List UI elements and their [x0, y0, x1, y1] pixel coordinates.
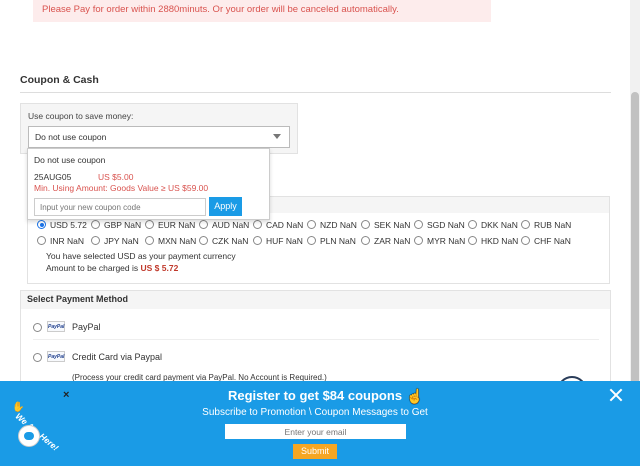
coupon-option-code[interactable]: 25AUG05 — [34, 172, 71, 182]
coupon-panel: Use coupon to save money: Do not use cou… — [20, 103, 298, 154]
coupon-min-amount: Min. Using Amount: Goods Value ≥ US $59.… — [34, 183, 209, 193]
radio-icon — [91, 236, 100, 245]
currency-note: You have selected USD as your payment cu… — [46, 251, 236, 261]
chat-close-icon[interactable]: × — [63, 389, 69, 401]
radio-icon — [253, 220, 262, 229]
payment-option-label: Credit Card via Paypal — [72, 352, 163, 362]
pointer-cursor-icon: ☝ — [406, 388, 424, 404]
currency-option[interactable]: CHF NaN — [521, 236, 571, 246]
coupon-dropdown: Do not use coupon 25AUG05 US $5.00 Min. … — [27, 148, 270, 220]
radio-icon — [253, 236, 262, 245]
currency-option[interactable]: USD 5.72 — [37, 220, 87, 230]
radio-icon — [145, 220, 154, 229]
banner-title: Register to get $84 coupons — [227, 388, 403, 403]
currency-option[interactable]: MYR NaN — [414, 236, 465, 246]
radio-selected-icon — [37, 220, 46, 229]
scrollbar-thumb[interactable] — [631, 92, 639, 392]
coupon-select[interactable]: Do not use coupon — [28, 126, 290, 148]
radio-icon — [521, 220, 530, 229]
radio-icon — [414, 236, 423, 245]
email-field[interactable] — [225, 424, 406, 439]
radio-icon — [307, 220, 316, 229]
currency-option[interactable]: EUR NaN — [145, 220, 195, 230]
currency-option[interactable]: HKD NaN — [468, 236, 518, 246]
radio-icon — [468, 236, 477, 245]
chat-bubble-icon[interactable] — [18, 425, 40, 447]
payment-method-header: Select Payment Method — [21, 291, 610, 309]
radio-icon — [199, 220, 208, 229]
coupon-section-title: Coupon & Cash — [20, 74, 99, 86]
payment-method-panel: Select Payment Method PayPal PayPal PayP… — [20, 290, 611, 390]
radio-icon — [33, 323, 42, 332]
chat-widget[interactable]: × ✋ We Are Here! — [6, 389, 76, 461]
submit-button[interactable]: Submit — [293, 444, 337, 459]
coupon-select-value: Do not use coupon — [35, 132, 107, 142]
payment-deadline-alert: Please Pay for order within 2880minuts. … — [33, 0, 491, 22]
payment-option-label: PayPal — [72, 322, 101, 332]
banner-subtitle: Subscribe to Promotion \ Coupon Messages… — [202, 407, 428, 418]
radio-icon — [199, 236, 208, 245]
currency-option[interactable]: CAD NaN — [253, 220, 303, 230]
currency-option[interactable]: GBP NaN — [91, 220, 141, 230]
apply-coupon-button[interactable]: Apply — [209, 197, 242, 216]
radio-icon — [307, 236, 316, 245]
currency-option[interactable]: AUD NaN — [199, 220, 249, 230]
currency-option[interactable]: ZAR NaN — [361, 236, 410, 246]
radio-icon — [361, 220, 370, 229]
subscribe-banner: Register to get $84 coupons Subscribe to… — [0, 381, 640, 466]
coupon-code-input[interactable] — [34, 198, 206, 216]
charge-amount-value: US $ 5.72 — [140, 263, 179, 273]
coupon-option-none[interactable]: Do not use coupon — [34, 155, 105, 165]
currency-option[interactable]: CZK NaN — [199, 236, 248, 246]
coupon-option-value: US $5.00 — [98, 172, 134, 182]
radio-icon — [33, 353, 42, 362]
currency-option[interactable]: DKK NaN — [468, 220, 518, 230]
currency-option[interactable]: RUB NaN — [521, 220, 571, 230]
radio-icon — [361, 236, 370, 245]
currency-option[interactable]: SEK NaN — [361, 220, 410, 230]
currency-option[interactable]: MXN NaN — [145, 236, 196, 246]
close-icon[interactable] — [609, 388, 623, 402]
radio-icon — [91, 220, 100, 229]
section-divider — [20, 92, 611, 93]
radio-icon — [414, 220, 423, 229]
payment-divider — [33, 339, 599, 340]
currency-option[interactable]: SGD NaN — [414, 220, 465, 230]
radio-icon — [145, 236, 154, 245]
radio-icon — [468, 220, 477, 229]
coupon-label: Use coupon to save money: — [28, 111, 134, 121]
currency-option[interactable]: HUF NaN — [253, 236, 303, 246]
radio-icon — [37, 236, 46, 245]
currency-option[interactable]: JPY NaN — [91, 236, 139, 246]
paypal-logo: PayPal — [47, 351, 65, 362]
charge-amount: Amount to be charged is US $ 5.72 — [46, 263, 179, 273]
radio-icon — [521, 236, 530, 245]
paypal-logo: PayPal — [47, 321, 65, 332]
currency-option[interactable]: NZD NaN — [307, 220, 357, 230]
currency-option[interactable]: PLN NaN — [307, 236, 356, 246]
currency-option[interactable]: INR NaN — [37, 236, 84, 246]
chevron-down-icon — [273, 134, 281, 139]
